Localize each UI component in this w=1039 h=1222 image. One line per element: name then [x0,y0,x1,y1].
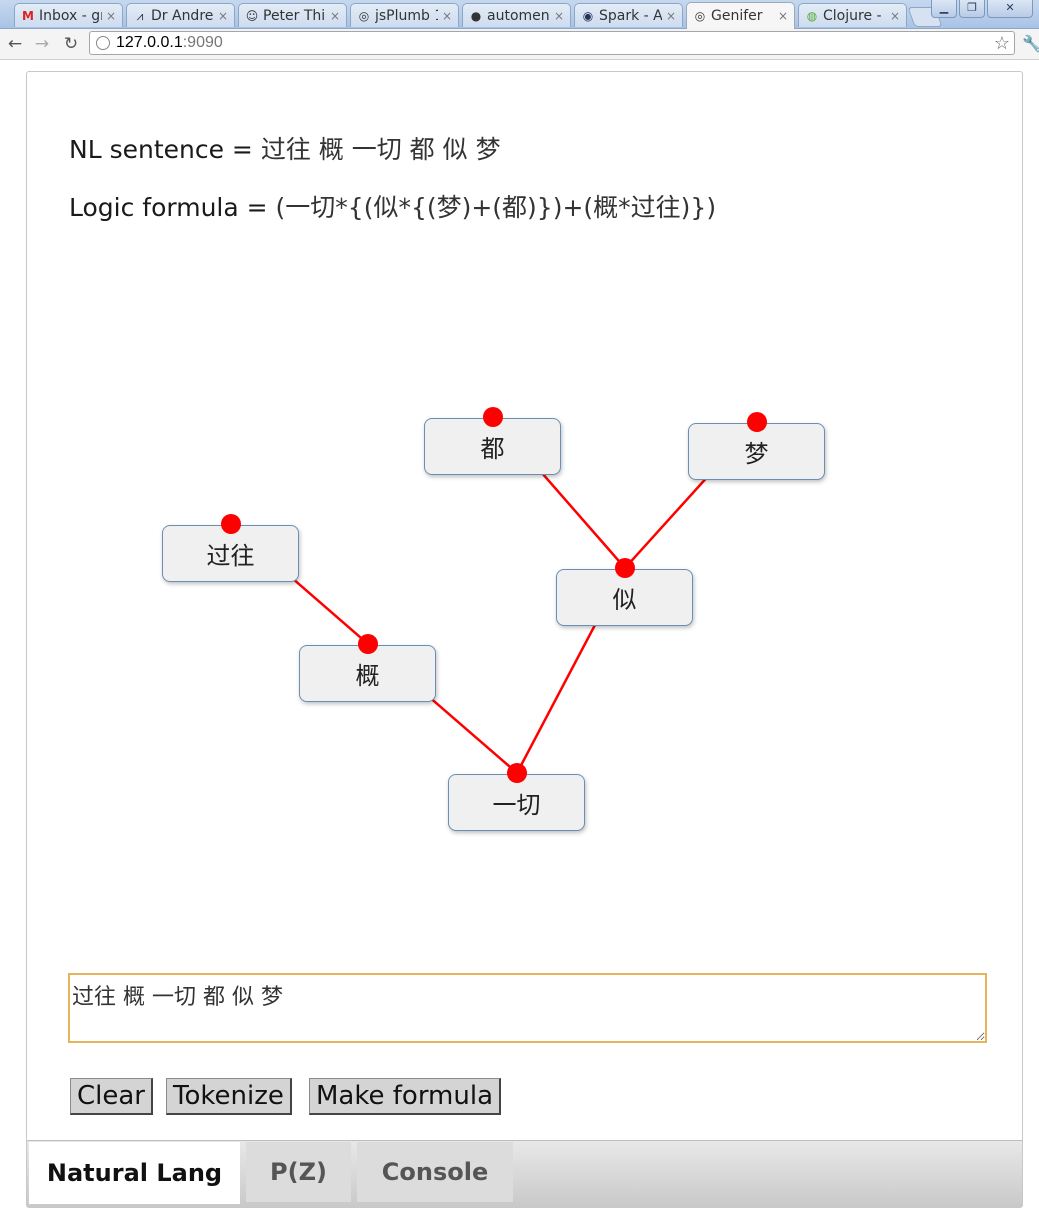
panel-tab-bar: Natural Lang P(Z) Console [27,1140,1022,1207]
connector-endpoint[interactable] [483,407,503,427]
graph-node-label: 梦 [744,440,769,468]
graph-node-label: 概 [355,662,380,690]
connector-endpoint[interactable] [358,634,378,654]
clear-button[interactable]: Clear [70,1078,153,1115]
graph-node-label: 都 [480,435,505,463]
make-formula-button[interactable]: Make formula [309,1078,502,1115]
connector-endpoint[interactable] [221,514,241,534]
globe-icon: ◎ [694,9,706,23]
browser-tab-title: Genifer [711,8,763,24]
tokenize-button[interactable]: Tokenize [166,1078,292,1115]
connector-endpoint[interactable] [507,763,527,783]
tab-label: Console [381,1158,489,1186]
tab-label: Natural Lang [46,1159,223,1187]
graph-node-label: 一切 [492,791,541,819]
tab-pz[interactable]: P(Z) [246,1142,351,1202]
graph-node-label: 过往 [206,542,255,570]
graph-node-label: 似 [612,586,637,614]
browser-tab-genifer[interactable]: ◎ Genifer × [686,2,795,29]
close-icon[interactable]: × [778,9,788,23]
connector-endpoint[interactable] [747,412,767,432]
nl-sentence-input[interactable]: 过往 概 一切 都 似 梦 [68,973,987,1043]
tab-natural-lang[interactable]: Natural Lang [29,1142,240,1204]
tab-label: P(Z) [270,1158,327,1186]
tab-console[interactable]: Console [357,1142,513,1202]
connector-endpoint[interactable] [615,558,635,578]
